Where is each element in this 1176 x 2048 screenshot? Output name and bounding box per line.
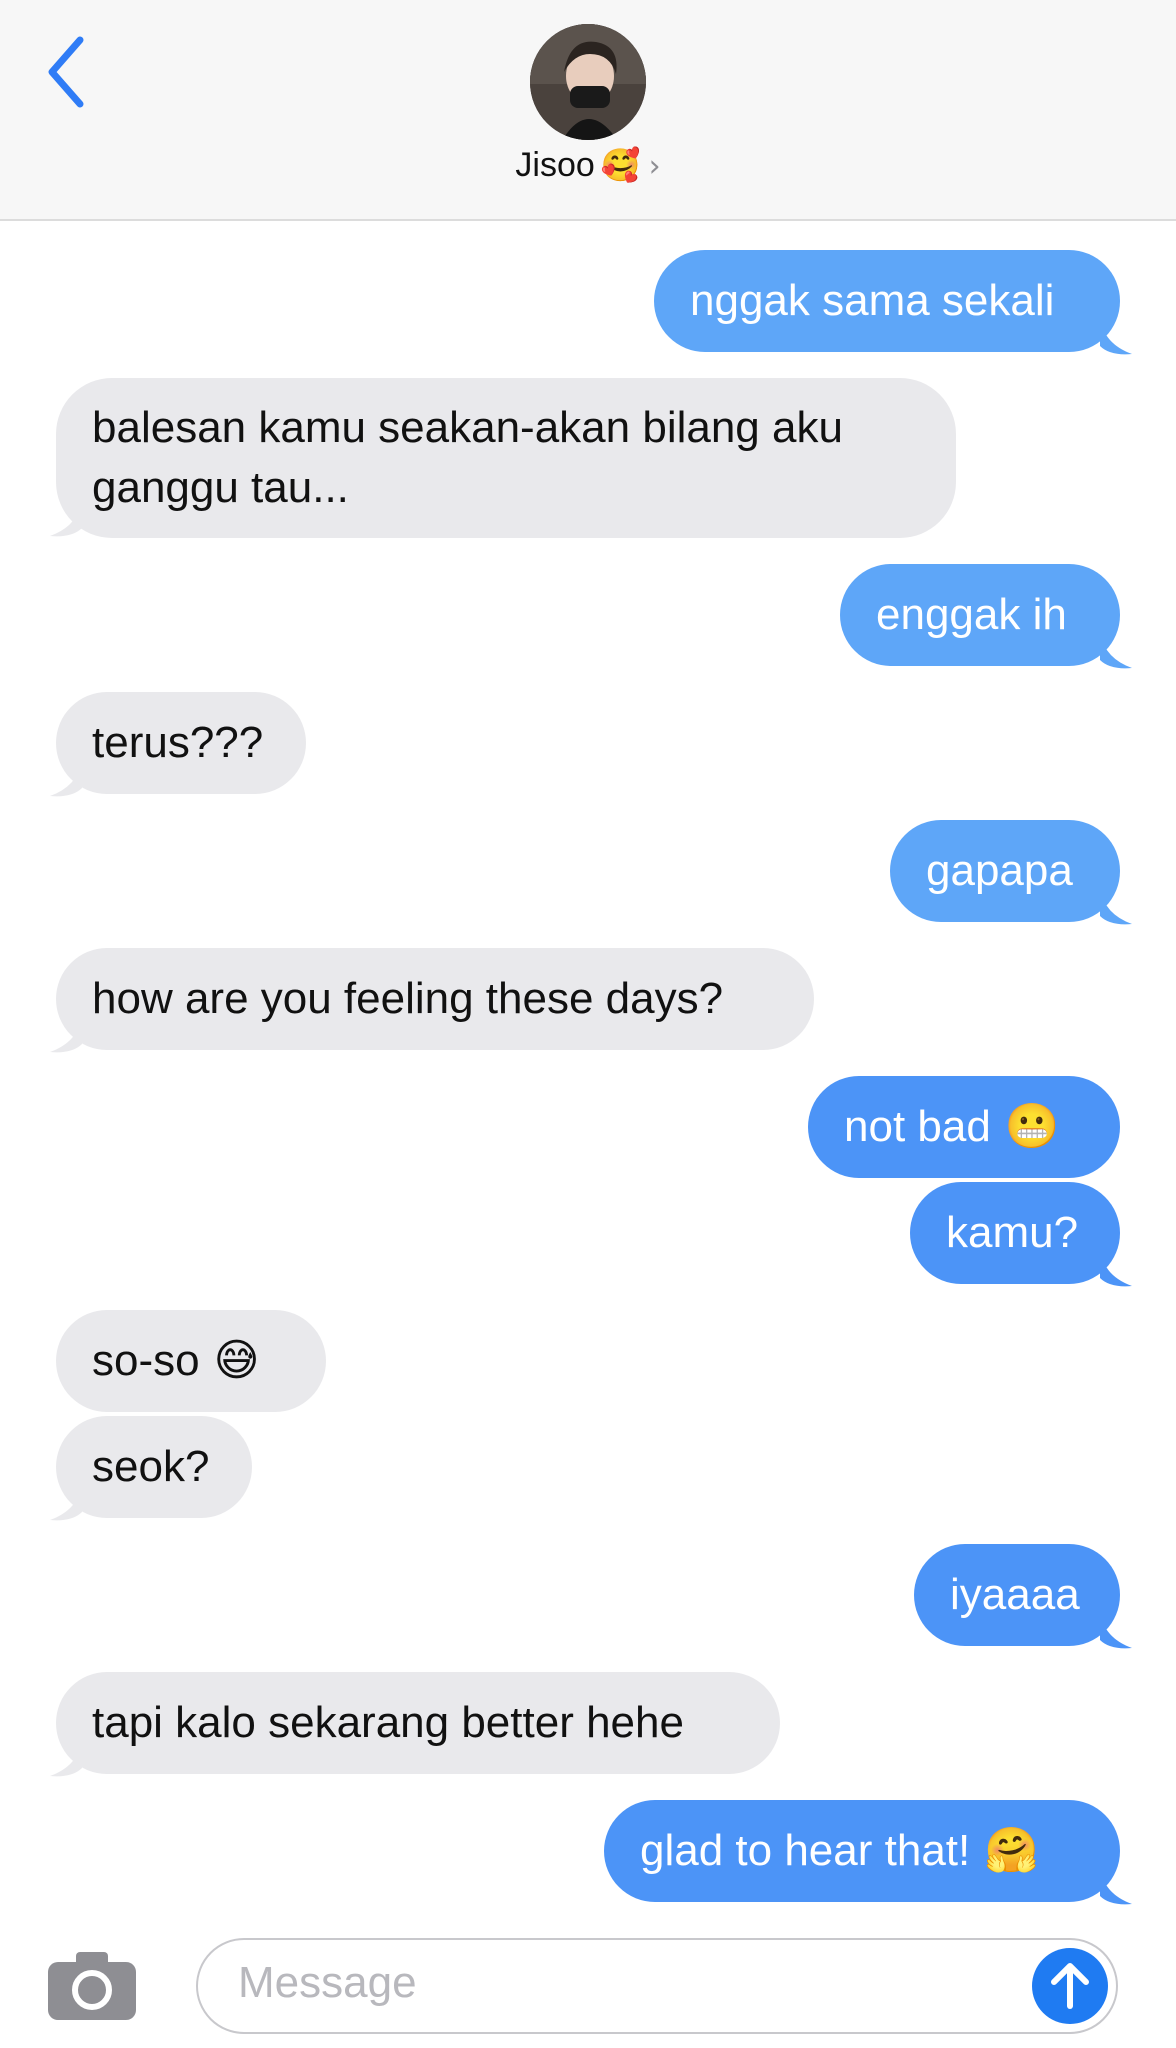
contact-name-row[interactable]: Jisoo 🥰 › bbox=[0, 146, 1176, 196]
bubble-tail bbox=[1100, 318, 1132, 355]
bubble-tail bbox=[1100, 1250, 1132, 1287]
hugging-face-emoji: 🤗 bbox=[984, 1825, 1040, 1876]
message-outgoing[interactable]: glad to hear that! 🤗 bbox=[604, 1800, 1120, 1902]
message-outgoing[interactable]: enggak ih bbox=[840, 564, 1120, 666]
bubble-tail bbox=[1100, 632, 1132, 669]
grinning-sweat-emoji: 😅 bbox=[213, 1335, 260, 1386]
bubble-tail bbox=[50, 1484, 82, 1521]
message-incoming[interactable]: so-so 😅 bbox=[56, 1310, 326, 1412]
avatar-photo bbox=[530, 24, 646, 140]
bubble-tail bbox=[50, 500, 82, 537]
send-arrow-icon bbox=[1051, 1963, 1089, 2009]
conversation-header: Jisoo 🥰 › bbox=[0, 0, 1176, 221]
back-button[interactable] bbox=[42, 32, 92, 112]
back-chevron-icon bbox=[48, 36, 84, 108]
camera-icon bbox=[48, 1952, 136, 2020]
message-incoming[interactable]: tapi kalo sekarang better hehe bbox=[56, 1672, 780, 1774]
message-outgoing[interactable]: not bad 😬 bbox=[808, 1076, 1120, 1178]
bubble-tail bbox=[1100, 888, 1132, 925]
message-incoming[interactable]: seok? bbox=[56, 1416, 252, 1518]
message-input[interactable]: Message bbox=[196, 1938, 1118, 2034]
chevron-right-icon: › bbox=[648, 149, 661, 184]
message-outgoing[interactable]: kamu? bbox=[910, 1182, 1120, 1284]
bubble-tail bbox=[50, 760, 82, 797]
message-placeholder: Message bbox=[238, 1958, 417, 2007]
message-outgoing[interactable]: gapapa bbox=[890, 820, 1120, 922]
message-outgoing[interactable]: iyaaaa bbox=[914, 1544, 1120, 1646]
send-button[interactable] bbox=[1032, 1948, 1108, 2024]
message-incoming[interactable]: terus??? bbox=[56, 692, 306, 794]
message-incoming[interactable]: balesan kamu seakan-akan bilang aku gang… bbox=[56, 378, 956, 538]
contact-avatar[interactable] bbox=[530, 24, 646, 140]
contact-name: Jisoo bbox=[515, 146, 595, 184]
grimacing-face-emoji: 😬 bbox=[1004, 1101, 1060, 1152]
message-incoming[interactable]: how are you feeling these days? bbox=[56, 948, 814, 1050]
bubble-tail bbox=[1100, 1868, 1132, 1905]
bubble-tail bbox=[50, 1740, 82, 1777]
camera-button[interactable] bbox=[48, 1950, 136, 2022]
contact-emoji: 🥰 bbox=[600, 146, 641, 184]
bubble-tail bbox=[50, 1016, 82, 1053]
bubble-tail bbox=[1100, 1612, 1132, 1649]
message-outgoing[interactable]: nggak sama sekali bbox=[654, 250, 1120, 352]
